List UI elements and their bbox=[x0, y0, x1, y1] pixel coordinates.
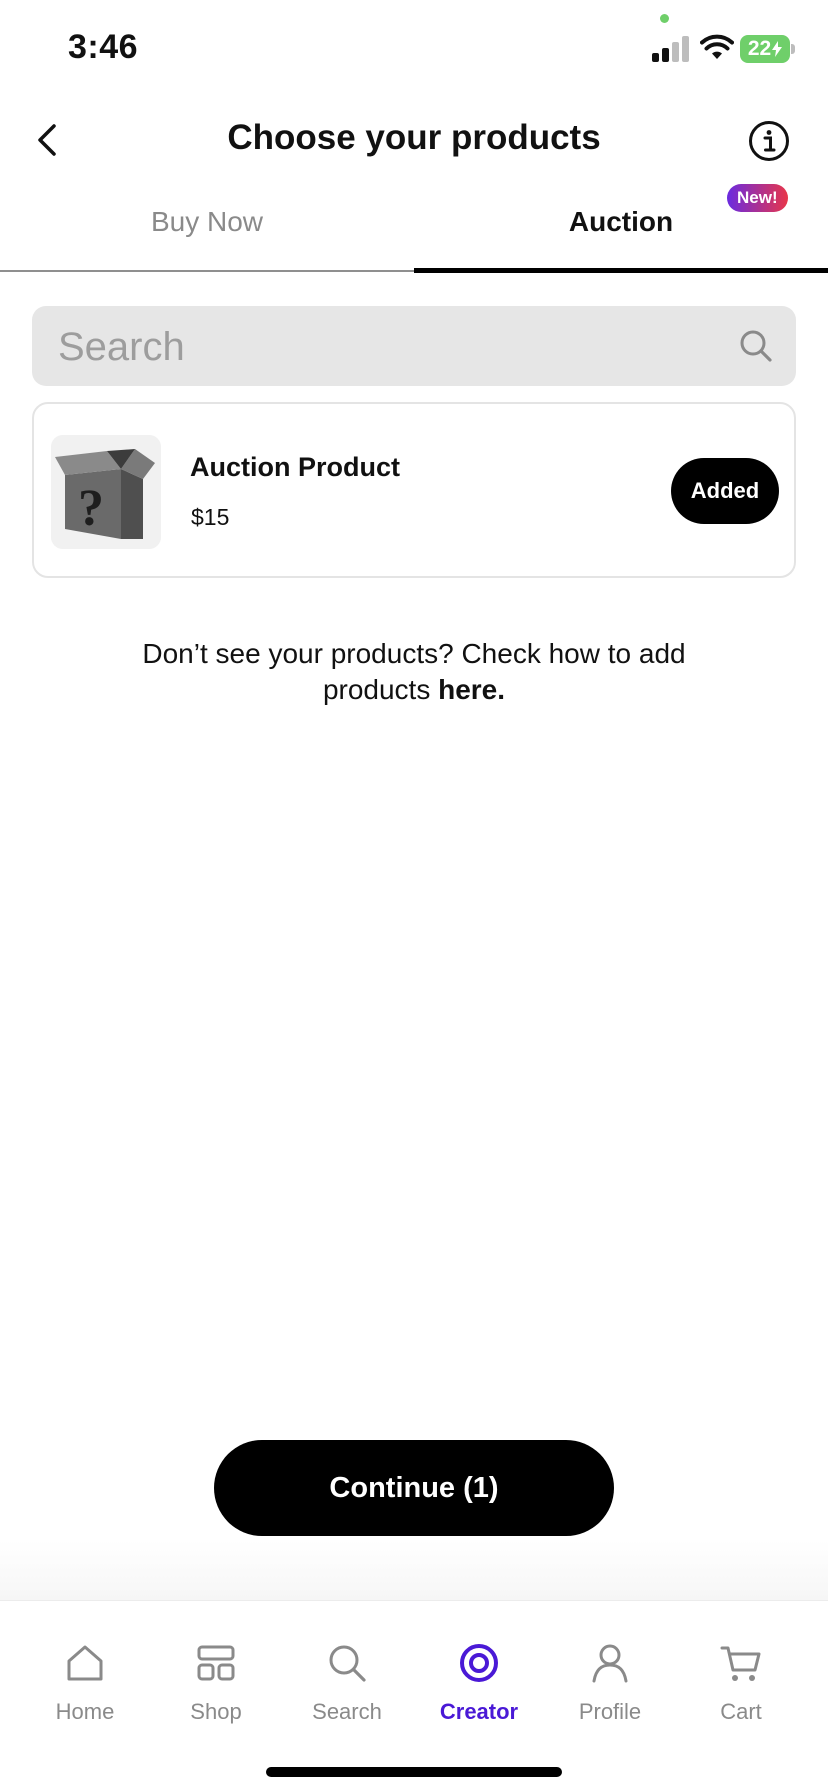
search-input[interactable] bbox=[56, 306, 700, 388]
product-card[interactable]: ? Auction Product $15 Added bbox=[32, 402, 796, 578]
nav-label-home: Home bbox=[55, 1699, 115, 1724]
search-icon[interactable] bbox=[738, 328, 774, 364]
shop-grid-icon bbox=[197, 1645, 235, 1681]
nav-home[interactable]: Home bbox=[19, 1641, 151, 1741]
help-text-body: Don’t see your products? Check how to ad… bbox=[142, 638, 686, 705]
creator-icon bbox=[460, 1644, 498, 1682]
search-icon bbox=[329, 1645, 366, 1682]
nav-label-profile: Profile bbox=[578, 1699, 642, 1724]
wifi-icon bbox=[700, 34, 734, 59]
page-title: Choose your products bbox=[227, 118, 601, 157]
new-badge: New! bbox=[727, 184, 788, 212]
cellular-signal-icon bbox=[652, 36, 689, 62]
product-name: Auction Product bbox=[190, 452, 400, 482]
nav-label-search: Search bbox=[312, 1699, 382, 1724]
bottom-fade bbox=[0, 1540, 828, 1600]
battery-level: 22 bbox=[747, 37, 772, 60]
cart-icon bbox=[720, 1646, 761, 1681]
nav-creator[interactable]: Creator bbox=[413, 1641, 545, 1741]
profile-icon bbox=[592, 1644, 628, 1683]
added-button[interactable]: Added bbox=[671, 458, 779, 524]
battery-cap bbox=[791, 44, 795, 54]
continue-button[interactable]: Continue (1) bbox=[214, 1440, 614, 1536]
product-price: $15 bbox=[191, 504, 230, 530]
app-screen: 3:46 22 Choose your products Buy Now Auc… bbox=[0, 0, 828, 1792]
nav-label-creator: Creator bbox=[439, 1699, 519, 1724]
battery-indicator: 22 bbox=[740, 35, 790, 63]
status-time: 3:46 bbox=[68, 28, 139, 66]
tab-active-indicator bbox=[414, 268, 828, 273]
tab-bar: Buy Now Auction bbox=[0, 190, 828, 274]
home-icon bbox=[67, 1645, 103, 1681]
help-link[interactable]: here. bbox=[438, 674, 505, 705]
info-circle-icon bbox=[749, 121, 789, 161]
help-text: Don’t see your products? Check how to ad… bbox=[100, 636, 728, 708]
tab-buy-now[interactable]: Buy Now bbox=[0, 206, 414, 238]
nav-label-cart: Cart bbox=[720, 1699, 762, 1724]
charging-bolt-icon bbox=[772, 41, 783, 57]
privacy-indicator-dot bbox=[660, 14, 669, 23]
svg-text:?: ? bbox=[78, 480, 104, 537]
bottom-nav: Home Shop Search Creator Profile Cart bbox=[0, 1600, 828, 1792]
nav-cart[interactable]: Cart bbox=[675, 1641, 807, 1741]
mystery-box-icon: ? bbox=[51, 435, 161, 549]
nav-search[interactable]: Search bbox=[281, 1641, 413, 1741]
home-indicator bbox=[266, 1767, 562, 1777]
status-bar: 3:46 22 bbox=[0, 0, 828, 100]
nav-shop[interactable]: Shop bbox=[150, 1641, 282, 1741]
search-bar bbox=[32, 306, 796, 388]
nav-label-shop: Shop bbox=[190, 1699, 242, 1724]
info-button[interactable] bbox=[748, 120, 790, 162]
product-thumbnail: ? bbox=[51, 435, 161, 549]
nav-profile[interactable]: Profile bbox=[544, 1641, 676, 1741]
